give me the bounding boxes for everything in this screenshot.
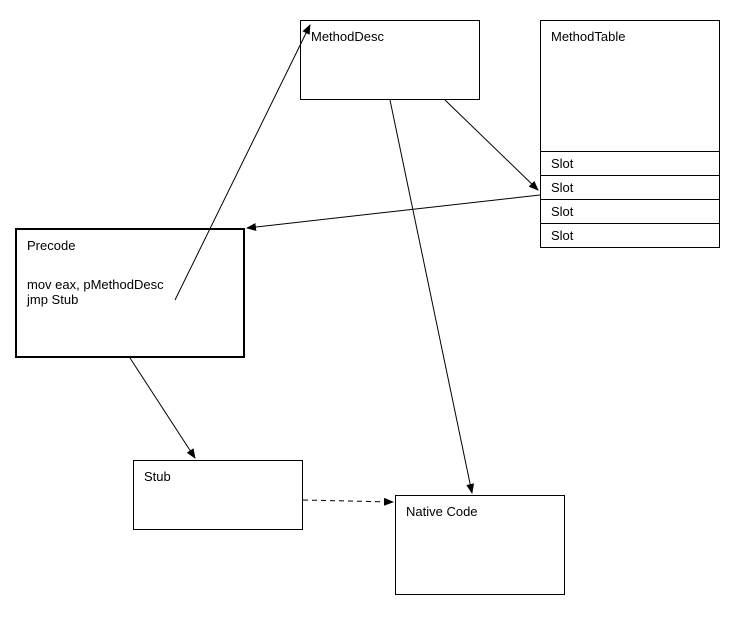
nativecode-box: Native Code bbox=[395, 495, 565, 595]
arrow-slot-to-precode bbox=[247, 195, 540, 228]
precode-code-line: jmp Stub bbox=[27, 292, 233, 307]
methoddesc-box: MethodDesc bbox=[300, 20, 480, 100]
slot-row: Slot bbox=[541, 199, 719, 223]
nativecode-label: Native Code bbox=[406, 504, 478, 519]
arrow-stub-to-nativecode bbox=[303, 500, 393, 502]
methodtable-label: MethodTable bbox=[551, 29, 625, 44]
slot-label: Slot bbox=[551, 204, 573, 219]
precode-code-line: mov eax, pMethodDesc bbox=[27, 277, 233, 292]
stub-box: Stub bbox=[133, 460, 303, 530]
slot-label: Slot bbox=[551, 180, 573, 195]
arrow-precode-to-stub bbox=[130, 358, 195, 458]
methodtable-box: MethodTable Slot Slot Slot Slot bbox=[540, 20, 720, 248]
slot-label: Slot bbox=[551, 228, 573, 243]
arrow-methoddesc-to-slot bbox=[445, 100, 538, 190]
slot-label: Slot bbox=[551, 156, 573, 171]
slot-row: Slot bbox=[541, 175, 719, 199]
slot-row: Slot bbox=[541, 223, 719, 247]
precode-label: Precode bbox=[27, 238, 75, 253]
stub-label: Stub bbox=[144, 469, 171, 484]
arrow-methoddesc-to-nativecode bbox=[390, 100, 472, 493]
methoddesc-label: MethodDesc bbox=[311, 29, 384, 44]
slot-row: Slot bbox=[541, 151, 719, 175]
precode-box: Precode mov eax, pMethodDesc jmp Stub bbox=[15, 228, 245, 358]
